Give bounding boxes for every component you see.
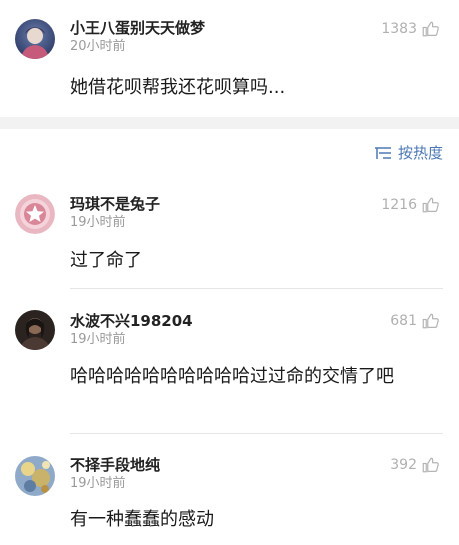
comment-divider [70, 433, 443, 434]
avatar-image [15, 19, 55, 59]
like-count: 392 [390, 457, 417, 473]
sort-button[interactable]: 按热度 [374, 142, 443, 163]
like-button[interactable]: 392 [390, 456, 439, 474]
avatar[interactable] [15, 456, 55, 496]
comment-text: 有一种蠢蠢的感动 [70, 509, 214, 530]
comment-time: 20小时前 [70, 39, 126, 54]
comment-text: 她借花呗帮我还花呗算吗... [70, 77, 286, 98]
comment-author[interactable]: 水波不兴198204 [70, 312, 443, 330]
like-button[interactable]: 1383 [381, 20, 439, 38]
thumbs-up-icon [422, 313, 439, 329]
comment-item[interactable]: 水波不兴198204 19小时前 哈哈哈哈哈哈哈哈哈哈过过命的交情了吧 681 [0, 300, 459, 432]
avatar[interactable] [15, 19, 55, 59]
like-button[interactable]: 1216 [381, 196, 439, 214]
like-count: 681 [390, 313, 417, 329]
section-separator [0, 117, 459, 129]
avatar[interactable] [15, 194, 55, 234]
comment-text: 哈哈哈哈哈哈哈哈哈哈过过命的交情了吧 [70, 366, 394, 387]
avatar-image [15, 194, 55, 234]
sort-label: 按热度 [397, 144, 443, 162]
avatar-image [15, 456, 55, 496]
comment-time: 19小时前 [70, 215, 126, 230]
thumbs-up-icon [422, 21, 439, 37]
comment-divider [70, 288, 443, 289]
comment-item[interactable]: 不择手段地纯 19小时前 有一种蠢蠢的感动 392 [0, 444, 459, 545]
like-count: 1216 [381, 197, 417, 213]
comment-text: 过了命了 [70, 250, 142, 271]
comment-item[interactable]: 玛琪不是兔子 19小时前 过了命了 1216 [0, 182, 459, 288]
comment-time: 19小时前 [70, 476, 126, 491]
comment-author[interactable]: 不择手段地纯 [70, 456, 443, 474]
avatar-image [15, 310, 55, 350]
avatar[interactable] [15, 310, 55, 350]
comment-time: 19小时前 [70, 332, 126, 347]
like-count: 1383 [381, 21, 417, 37]
thumbs-up-icon [422, 457, 439, 473]
like-button[interactable]: 681 [390, 312, 439, 330]
comment-item[interactable]: 小王八蛋别天天做梦 20小时前 她借花呗帮我还花呗算吗... 1383 [0, 0, 459, 117]
thumbs-up-icon [422, 197, 439, 213]
sort-lines-icon [374, 146, 391, 159]
